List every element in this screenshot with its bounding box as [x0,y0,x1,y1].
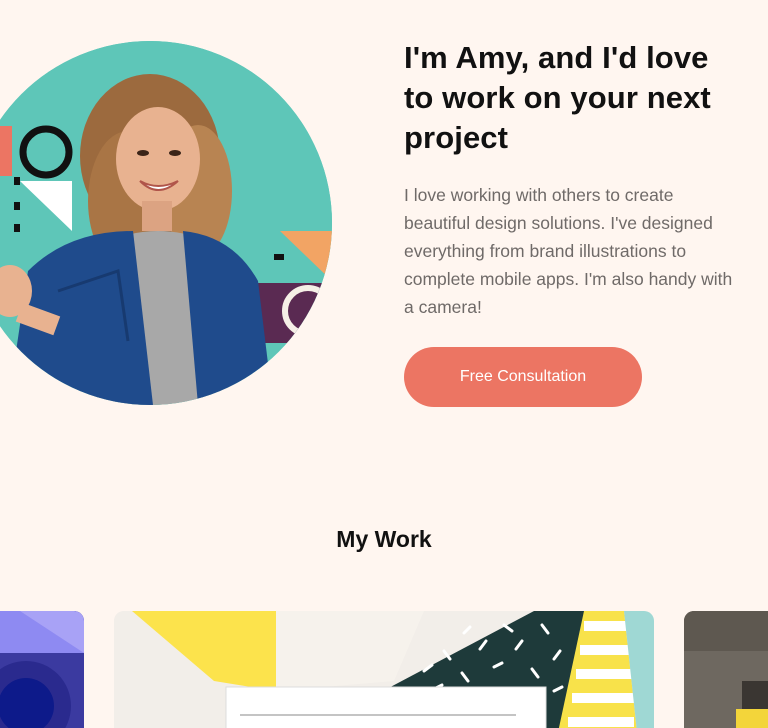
work-card-paper-collage[interactable] [114,611,654,728]
free-consultation-button[interactable]: Free Consultation [404,347,642,407]
my-work-title: My Work [336,526,432,552]
work-card-desk-photo[interactable] [684,611,768,728]
hero-description: I love working with others to create bea… [404,185,733,317]
hero-text: I'm Amy, and I'd love to work on your ne… [404,38,744,321]
hero-title: I'm Amy, and I'd love to work on your ne… [404,40,711,155]
work-card-blue-geometric[interactable] [0,611,84,728]
page: I'm Amy, and I'd love to work on your ne… [0,0,768,728]
hero-portrait-image [0,41,332,405]
